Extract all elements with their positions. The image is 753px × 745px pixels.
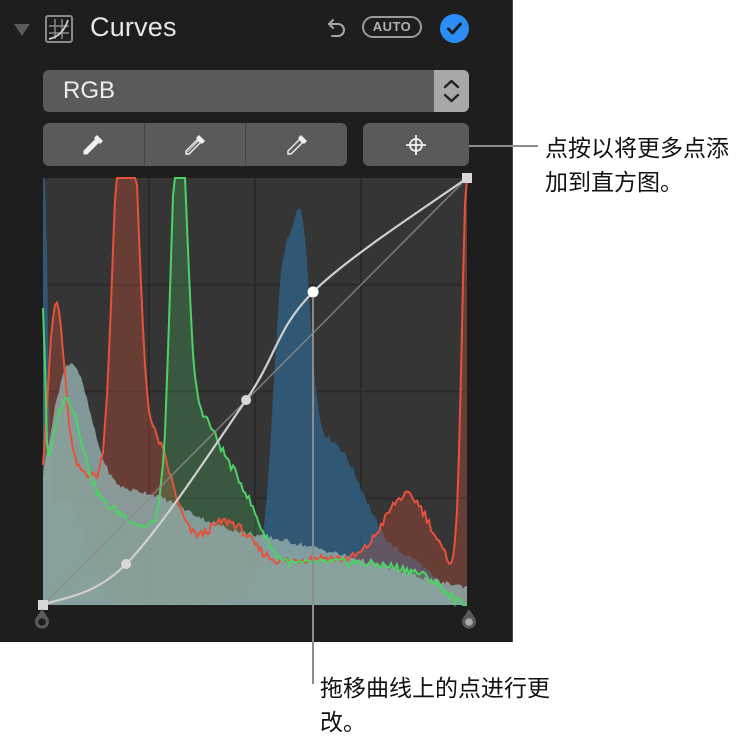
- curves-panel: Curves AUTO RGB: [0, 0, 513, 642]
- histogram-canvas[interactable]: [38, 173, 472, 610]
- curve-control-point[interactable]: [307, 286, 319, 298]
- curve-control-point[interactable]: [121, 559, 132, 570]
- checkmark-icon: [447, 22, 462, 35]
- auto-button[interactable]: AUTO: [362, 16, 422, 38]
- callout-add-point: 点按以将更多点添加到直方图。: [545, 136, 729, 196]
- white-point-eyedropper[interactable]: [246, 123, 347, 166]
- callout-leader-line: [312, 298, 314, 684]
- black-point-handle[interactable]: [33, 607, 51, 631]
- curve-control-point[interactable]: [241, 395, 252, 406]
- undo-arrow-icon[interactable]: [326, 16, 348, 40]
- white-point-handle[interactable]: [460, 607, 478, 631]
- eyedropper-half-icon: [185, 134, 205, 155]
- channel-select-value: RGB: [63, 77, 116, 104]
- curves-header: Curves AUTO: [0, 0, 512, 60]
- up-down-chevron-icon[interactable]: [434, 70, 469, 112]
- callout-drag-point: 拖移曲线上的点进行更改。: [320, 676, 550, 736]
- add-point-button[interactable]: [363, 123, 469, 166]
- enable-adjustment-checkbox[interactable]: [440, 14, 469, 43]
- curves-adjustment-icon: [45, 15, 73, 43]
- gray-point-eyedropper[interactable]: [145, 123, 247, 166]
- eyedropper-outline-icon: [286, 134, 307, 155]
- callout-leader-line: [469, 145, 538, 147]
- crosshair-icon: [406, 134, 426, 155]
- curves-histogram[interactable]: [38, 173, 472, 610]
- eyedropper-group: [43, 123, 347, 166]
- channel-select[interactable]: RGB: [43, 70, 469, 112]
- section-title: Curves: [90, 12, 177, 42]
- curve-endpoint[interactable]: [462, 173, 472, 183]
- eyedropper-filled-icon: [83, 134, 104, 154]
- black-point-eyedropper[interactable]: [43, 123, 145, 166]
- disclosure-triangle-icon[interactable]: [14, 24, 30, 36]
